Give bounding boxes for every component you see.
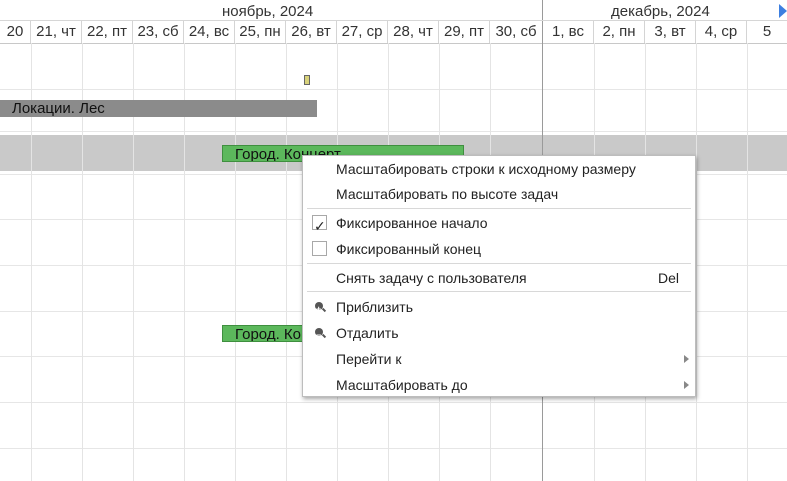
row-divider [0, 448, 787, 449]
gantt-chart[interactable]: ноябрь, 2024 декабрь, 2024 20 21, чт 22,… [0, 0, 787, 481]
menu-separator [307, 291, 691, 292]
next-period-arrow-icon[interactable] [779, 4, 787, 18]
zoom-out-icon: − [315, 328, 323, 340]
day-cell: 23, сб [133, 21, 184, 43]
menu-separator [307, 263, 691, 264]
menu-item-fixed-end[interactable]: Фиксированный конец [303, 236, 695, 262]
menu-item-scale-to[interactable]: Масштабировать до [303, 372, 695, 398]
day-cell: 4, ср [696, 21, 747, 43]
day-cell: 27, ср [337, 21, 388, 43]
menu-item-label: Фиксированный конец [336, 241, 482, 257]
checkbox-checked[interactable]: ✓ [312, 215, 327, 234]
day-cell: 28, чт [388, 21, 439, 43]
menu-item-zoom-out[interactable]: − Отдалить [303, 320, 695, 346]
zoom-in-icon: + [315, 302, 323, 314]
menu-item-shortcut: Del [657, 270, 679, 286]
menu-item-label: Снять задачу с пользователя [336, 270, 527, 286]
day-cell: 5 [762, 23, 772, 40]
menu-item-label: Масштабировать строки к исходному размер… [336, 161, 636, 177]
row-divider [0, 402, 787, 403]
row-divider [0, 89, 787, 90]
day-cell: 21, чт [31, 21, 82, 43]
day-cell: 2, пн [594, 21, 645, 43]
menu-item-scale-by-task-height[interactable]: Масштабировать по высоте задач [303, 181, 695, 207]
day-cell: 26, вт [286, 21, 337, 43]
menu-item-go-to[interactable]: Перейти к [303, 346, 695, 372]
context-menu: Масштабировать строки к исходному размер… [302, 155, 696, 397]
submenu-arrow-icon [684, 355, 689, 363]
task-bar[interactable]: Город. Концерт [222, 325, 312, 342]
menu-item-zoom-in[interactable]: + Приблизить [303, 294, 695, 320]
menu-separator [307, 208, 691, 209]
milestone-marker[interactable] [304, 75, 310, 85]
day-header: 20 21, чт 22, пт 23, сб 24, вс 25, пн 26… [0, 20, 787, 44]
submenu-arrow-icon [684, 381, 689, 389]
task-bar[interactable]: Локации. Лес [0, 100, 317, 117]
column-divider [696, 43, 697, 481]
month-label-november: ноябрь, 2024 [222, 3, 314, 20]
menu-item-label: Фиксированное начало [336, 215, 488, 231]
menu-item-label: Перейти к [336, 351, 402, 367]
menu-item-fixed-start[interactable]: ✓ Фиксированное начало [303, 210, 695, 236]
month-divider [542, 0, 543, 20]
day-cell: 25, пн [235, 21, 286, 43]
menu-item-label: Отдалить [336, 325, 399, 341]
column-divider [747, 43, 748, 481]
month-label-december: декабрь, 2024 [611, 3, 710, 20]
menu-item-scale-rows-original[interactable]: Масштабировать строки к исходному размер… [303, 156, 695, 182]
day-cell: 29, пт [439, 21, 490, 43]
menu-item-label: Масштабировать до [336, 377, 468, 393]
month-header: ноябрь, 2024 декабрь, 2024 [0, 0, 787, 20]
day-cell: 20 [0, 21, 31, 43]
menu-item-label: Масштабировать по высоте задач [336, 186, 559, 202]
menu-item-unassign-task[interactable]: Снять задачу с пользователя Del [303, 265, 695, 291]
day-cell: 22, пт [82, 21, 133, 43]
day-cell: 30, сб [490, 21, 543, 43]
day-cell: 1, вс [543, 21, 594, 43]
day-cell: 3, вт [645, 21, 696, 43]
day-cell: 24, вс [184, 21, 235, 43]
menu-item-label: Приблизить [336, 299, 413, 315]
checkbox-unchecked[interactable] [312, 241, 327, 256]
row-divider [0, 131, 787, 132]
